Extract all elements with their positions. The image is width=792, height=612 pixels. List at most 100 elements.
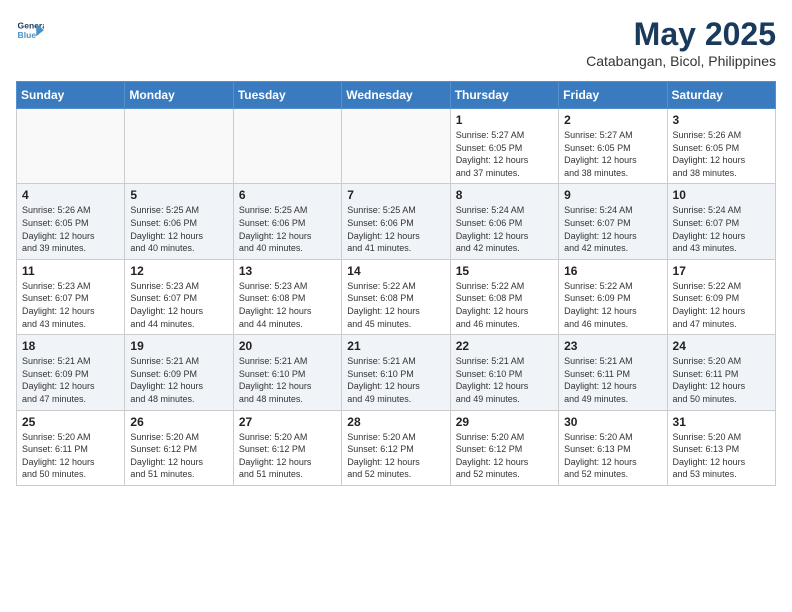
day-number: 3 [673, 113, 770, 127]
logo-icon: General Blue [16, 16, 44, 44]
day-info: Sunrise: 5:23 AM Sunset: 6:07 PM Dayligh… [130, 280, 227, 330]
day-number: 22 [456, 339, 553, 353]
calendar-cell: 18 Sunrise: 5:21 AM Sunset: 6:09 PM Dayli… [17, 335, 125, 410]
calendar-week-row: 11 Sunrise: 5:23 AM Sunset: 6:07 PM Dayli… [17, 259, 776, 334]
day-info: Sunrise: 5:25 AM Sunset: 6:06 PM Dayligh… [347, 204, 444, 254]
day-info: Sunrise: 5:20 AM Sunset: 6:12 PM Dayligh… [239, 431, 336, 481]
day-info: Sunrise: 5:27 AM Sunset: 6:05 PM Dayligh… [456, 129, 553, 179]
calendar-cell: 24 Sunrise: 5:20 AM Sunset: 6:11 PM Dayli… [667, 335, 775, 410]
day-info: Sunrise: 5:26 AM Sunset: 6:05 PM Dayligh… [673, 129, 770, 179]
calendar-cell: 16Sunrise: 5:22 AM Sunset: 6:09 PM Dayli… [559, 259, 667, 334]
day-number: 23 [564, 339, 661, 353]
logo: General Blue [16, 16, 44, 44]
day-info: Sunrise: 5:20 AM Sunset: 6:11 PM Dayligh… [22, 431, 119, 481]
calendar-cell: 7 Sunrise: 5:25 AM Sunset: 6:06 PM Daylig… [342, 184, 450, 259]
day-info: Sunrise: 5:25 AM Sunset: 6:06 PM Dayligh… [239, 204, 336, 254]
day-number: 24 [673, 339, 770, 353]
day-number: 8 [456, 188, 553, 202]
calendar-week-row: 18 Sunrise: 5:21 AM Sunset: 6:09 PM Dayli… [17, 335, 776, 410]
calendar-cell: 3 Sunrise: 5:26 AM Sunset: 6:05 PM Daylig… [667, 109, 775, 184]
day-number: 12 [130, 264, 227, 278]
weekday-header-row: SundayMondayTuesdayWednesdayThursdayFrid… [17, 82, 776, 109]
weekday-header-wednesday: Wednesday [342, 82, 450, 109]
calendar-cell: 15 Sunrise: 5:22 AM Sunset: 6:08 PM Dayli… [450, 259, 558, 334]
day-number: 6 [239, 188, 336, 202]
weekday-header-sunday: Sunday [17, 82, 125, 109]
day-info: Sunrise: 5:22 AM Sunset: 6:08 PM Dayligh… [456, 280, 553, 330]
day-number: 28 [347, 415, 444, 429]
calendar-cell: 30Sunrise: 5:20 AM Sunset: 6:13 PM Dayli… [559, 410, 667, 485]
day-info: Sunrise: 5:23 AM Sunset: 6:07 PM Dayligh… [22, 280, 119, 330]
title-area: May 2025 Catabangan, Bicol, Philippines [586, 16, 776, 69]
day-number: 9 [564, 188, 661, 202]
day-number: 20 [239, 339, 336, 353]
calendar-cell: 23 Sunrise: 5:21 AM Sunset: 6:11 PM Dayli… [559, 335, 667, 410]
day-number: 29 [456, 415, 553, 429]
day-number: 13 [239, 264, 336, 278]
calendar-cell: 22Sunrise: 5:21 AM Sunset: 6:10 PM Dayli… [450, 335, 558, 410]
day-number: 5 [130, 188, 227, 202]
day-info: Sunrise: 5:20 AM Sunset: 6:12 PM Dayligh… [130, 431, 227, 481]
day-info: Sunrise: 5:20 AM Sunset: 6:13 PM Dayligh… [564, 431, 661, 481]
day-number: 15 [456, 264, 553, 278]
calendar-cell: 8Sunrise: 5:24 AM Sunset: 6:06 PM Daylig… [450, 184, 558, 259]
day-info: Sunrise: 5:21 AM Sunset: 6:10 PM Dayligh… [347, 355, 444, 405]
calendar-cell: 1 Sunrise: 5:27 AM Sunset: 6:05 PM Daylig… [450, 109, 558, 184]
calendar-cell: 19 Sunrise: 5:21 AM Sunset: 6:09 PM Dayli… [125, 335, 233, 410]
calendar-cell: 13 Sunrise: 5:23 AM Sunset: 6:08 PM Dayli… [233, 259, 341, 334]
calendar-cell: 11 Sunrise: 5:23 AM Sunset: 6:07 PM Dayli… [17, 259, 125, 334]
calendar-cell [342, 109, 450, 184]
day-info: Sunrise: 5:22 AM Sunset: 6:09 PM Dayligh… [673, 280, 770, 330]
calendar-cell: 2Sunrise: 5:27 AM Sunset: 6:05 PM Daylig… [559, 109, 667, 184]
weekday-header-saturday: Saturday [667, 82, 775, 109]
weekday-header-friday: Friday [559, 82, 667, 109]
page-header: General Blue May 2025 Catabangan, Bicol,… [16, 16, 776, 69]
weekday-header-tuesday: Tuesday [233, 82, 341, 109]
calendar-cell: 12 Sunrise: 5:23 AM Sunset: 6:07 PM Dayli… [125, 259, 233, 334]
day-info: Sunrise: 5:21 AM Sunset: 6:09 PM Dayligh… [22, 355, 119, 405]
day-number: 14 [347, 264, 444, 278]
day-number: 19 [130, 339, 227, 353]
calendar-cell: 14 Sunrise: 5:22 AM Sunset: 6:08 PM Dayli… [342, 259, 450, 334]
day-number: 1 [456, 113, 553, 127]
calendar-cell: 5 Sunrise: 5:25 AM Sunset: 6:06 PM Daylig… [125, 184, 233, 259]
calendar-cell: 6 Sunrise: 5:25 AM Sunset: 6:06 PM Daylig… [233, 184, 341, 259]
day-number: 17 [673, 264, 770, 278]
calendar-cell [125, 109, 233, 184]
day-info: Sunrise: 5:25 AM Sunset: 6:06 PM Dayligh… [130, 204, 227, 254]
weekday-header-thursday: Thursday [450, 82, 558, 109]
day-info: Sunrise: 5:20 AM Sunset: 6:11 PM Dayligh… [673, 355, 770, 405]
svg-text:Blue: Blue [18, 30, 37, 40]
day-number: 31 [673, 415, 770, 429]
day-info: Sunrise: 5:24 AM Sunset: 6:07 PM Dayligh… [673, 204, 770, 254]
calendar-cell [17, 109, 125, 184]
page-title: May 2025 [586, 16, 776, 53]
day-info: Sunrise: 5:21 AM Sunset: 6:09 PM Dayligh… [130, 355, 227, 405]
day-info: Sunrise: 5:20 AM Sunset: 6:13 PM Dayligh… [673, 431, 770, 481]
day-number: 7 [347, 188, 444, 202]
day-info: Sunrise: 5:24 AM Sunset: 6:07 PM Dayligh… [564, 204, 661, 254]
calendar-cell [233, 109, 341, 184]
calendar-week-row: 1 Sunrise: 5:27 AM Sunset: 6:05 PM Daylig… [17, 109, 776, 184]
day-info: Sunrise: 5:27 AM Sunset: 6:05 PM Dayligh… [564, 129, 661, 179]
day-number: 25 [22, 415, 119, 429]
day-number: 18 [22, 339, 119, 353]
calendar-cell: 31 Sunrise: 5:20 AM Sunset: 6:13 PM Dayli… [667, 410, 775, 485]
calendar-cell: 26Sunrise: 5:20 AM Sunset: 6:12 PM Dayli… [125, 410, 233, 485]
day-number: 11 [22, 264, 119, 278]
day-info: Sunrise: 5:26 AM Sunset: 6:05 PM Dayligh… [22, 204, 119, 254]
calendar-cell: 17 Sunrise: 5:22 AM Sunset: 6:09 PM Dayli… [667, 259, 775, 334]
day-info: Sunrise: 5:20 AM Sunset: 6:12 PM Dayligh… [456, 431, 553, 481]
calendar-week-row: 4 Sunrise: 5:26 AM Sunset: 6:05 PM Daylig… [17, 184, 776, 259]
calendar-cell: 10 Sunrise: 5:24 AM Sunset: 6:07 PM Dayli… [667, 184, 775, 259]
day-info: Sunrise: 5:21 AM Sunset: 6:11 PM Dayligh… [564, 355, 661, 405]
day-info: Sunrise: 5:23 AM Sunset: 6:08 PM Dayligh… [239, 280, 336, 330]
day-number: 4 [22, 188, 119, 202]
page-subtitle: Catabangan, Bicol, Philippines [586, 53, 776, 69]
calendar-week-row: 25 Sunrise: 5:20 AM Sunset: 6:11 PM Dayli… [17, 410, 776, 485]
day-number: 27 [239, 415, 336, 429]
calendar-cell: 29 Sunrise: 5:20 AM Sunset: 6:12 PM Dayli… [450, 410, 558, 485]
calendar-cell: 25 Sunrise: 5:20 AM Sunset: 6:11 PM Dayli… [17, 410, 125, 485]
day-info: Sunrise: 5:22 AM Sunset: 6:08 PM Dayligh… [347, 280, 444, 330]
day-number: 10 [673, 188, 770, 202]
